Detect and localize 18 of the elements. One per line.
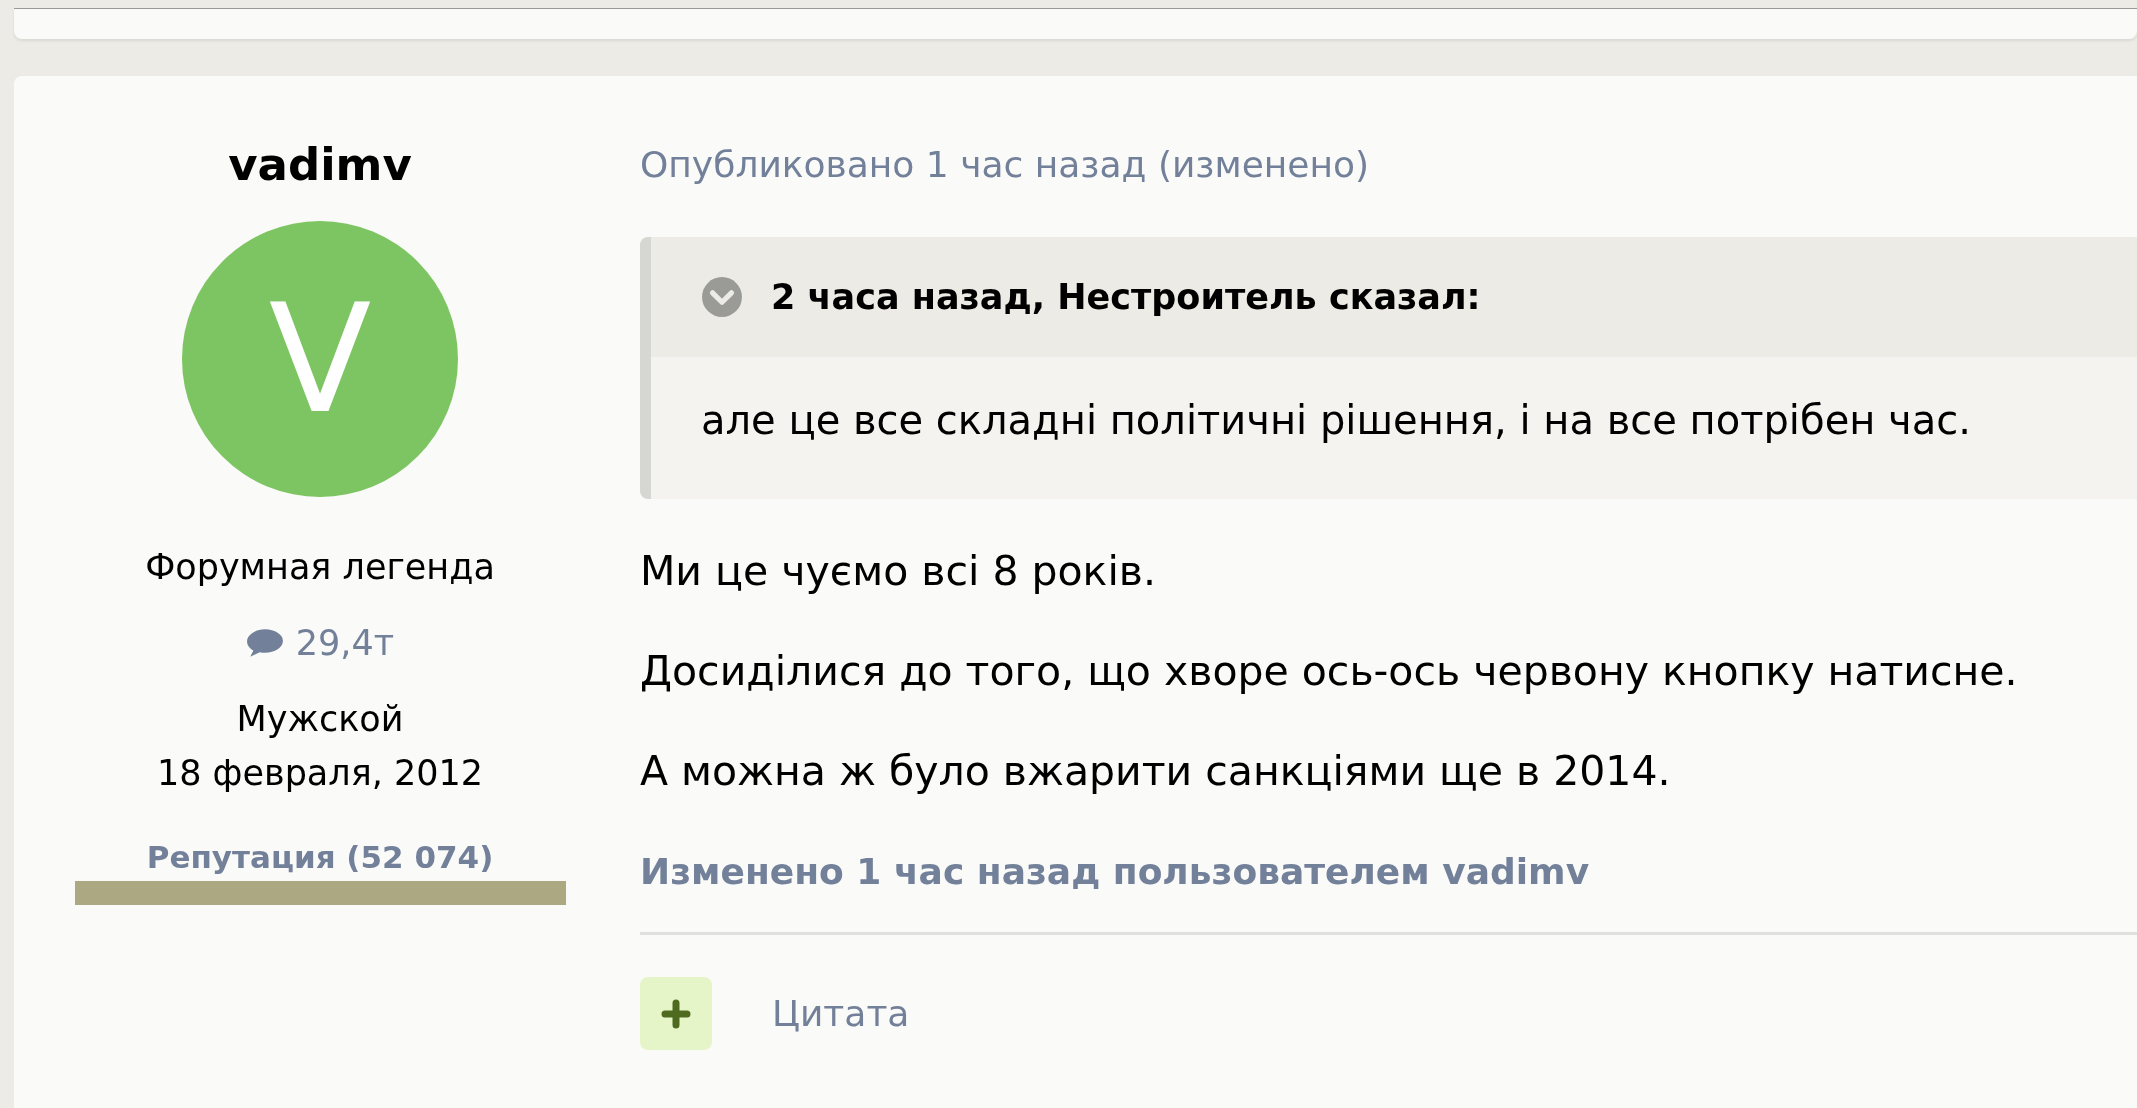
post-count: 29,4т bbox=[295, 623, 395, 663]
edit-note: Изменено 1 час назад пользователем vadimv bbox=[640, 851, 1591, 892]
post-date[interactable]: Опубликовано 1 час назад (изменено) bbox=[640, 144, 2137, 185]
plus-icon bbox=[661, 998, 691, 1029]
quote-text: але це все складні політичні рішення, і на все потрібен час. bbox=[700, 396, 1972, 445]
user-rank: Форумная легенда bbox=[145, 547, 495, 587]
username[interactable]: vadimv bbox=[228, 138, 412, 191]
avatar[interactable]: V bbox=[182, 221, 458, 497]
quote-header: 2 часа назад, Нестроитель сказал: bbox=[771, 277, 1481, 317]
post-paragraph: Ми це чуємо всі 8 років. bbox=[640, 547, 1157, 595]
post-paragraph: А можна ж було вжарити санкціями ще в 2014. bbox=[640, 747, 1672, 795]
join-date: 18 февраля, 2012 bbox=[156, 753, 484, 793]
user-gender: Мужской bbox=[236, 699, 404, 739]
quote-link[interactable]: Цитата bbox=[772, 993, 910, 1034]
post-paragraph: Досиділися до того, що хворе ось-ось червону кнопку натисне. bbox=[640, 647, 2019, 695]
speech-bubble-icon bbox=[245, 628, 284, 658]
add-quote-button[interactable] bbox=[640, 977, 712, 1050]
reputation-label[interactable]: Репутация (52 074) bbox=[146, 839, 494, 875]
